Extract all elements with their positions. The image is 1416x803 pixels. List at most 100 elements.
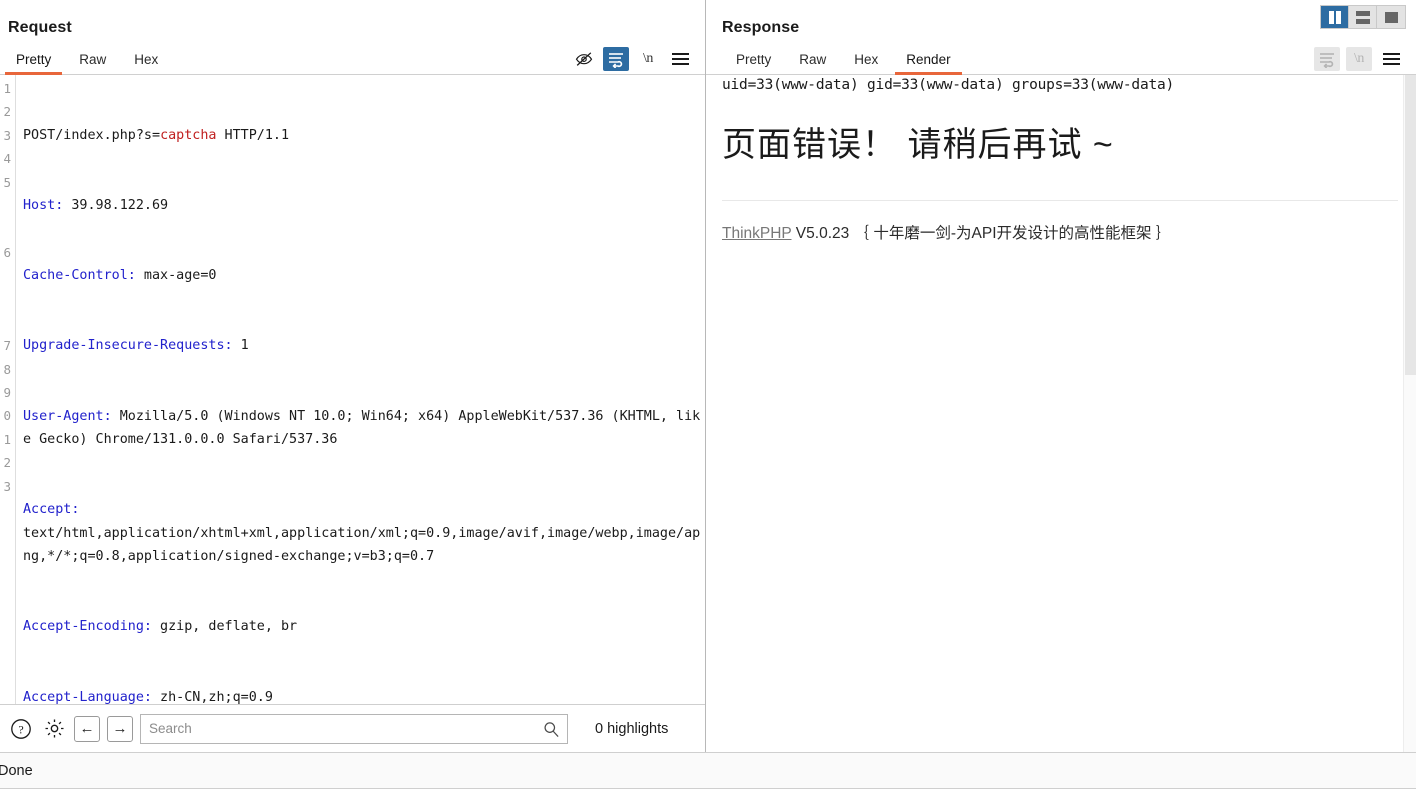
arrow-right-icon: → [112,720,128,737]
error-heading: 页面错误！ 请稍后再试 ~ [722,126,1114,164]
line-number: 5 [3,174,11,190]
show-newlines-label: \n [643,51,653,66]
line-number: 9 [3,385,11,401]
layout-single-pane-button[interactable] [1377,6,1405,28]
status-bar: Done [0,752,1416,789]
request-line-2: Host: 39.98.122.69 [23,194,705,217]
request-tabbar: Pretty Raw Hex \n [0,44,705,75]
tab-request-hex-label: Hex [134,51,159,67]
line-number [0,264,15,287]
header-value: Mozilla/5.0 (Windows NT 10.0; Win64; x64… [23,408,701,448]
tab-request-pretty-label: Pretty [16,51,52,67]
line-number: 1 [3,431,11,447]
request-query-value: captcha [160,127,217,143]
tab-response-pretty-label: Pretty [736,51,772,67]
tab-response-pretty[interactable]: Pretty [722,44,785,74]
line-number: 7 [3,338,11,354]
status-text: Done [0,762,33,779]
header-value: text/html,application/xhtml+xml,applicat… [23,525,701,565]
request-line-7: Accept-Encoding: gzip, deflate, br [23,615,705,638]
eye-slash-icon[interactable] [571,47,597,71]
thinkphp-link[interactable]: ThinkPHP [722,225,792,242]
response-tabbar: Pretty Raw Hex Render \n [706,44,1416,75]
word-wrap-glyph [609,53,623,68]
tab-response-raw[interactable]: Raw [785,44,840,74]
line-number: 0 [3,408,11,424]
request-line-4: Upgrade-Insecure-Requests: 1 [23,334,705,357]
header-name: Cache-Control: [23,268,136,284]
layout-vertical-split-button[interactable] [1321,6,1349,28]
line-number: 1 [3,81,11,96]
window-footer-padding [0,789,1416,803]
request-line-1: POST/index.php?s=captcha HTTP/1.1 [23,124,705,147]
header-name: User-Agent: [23,408,112,424]
request-response-split: Request Pretty Raw Hex \n 1 2 3 4 5 6 7 … [0,0,1416,752]
tab-response-hex[interactable]: Hex [840,44,892,74]
scrollbar-thumb[interactable] [1405,75,1416,375]
response-show-newlines-icon[interactable]: \n [1346,47,1372,71]
tab-response-raw-label: Raw [799,51,827,67]
eye-slash-glyph [575,52,593,66]
request-method: POST [23,127,56,143]
response-render-area: uid=33(www-data) gid=33(www-data) groups… [706,75,1416,752]
single-pane-icon [1384,11,1398,23]
tab-response-render-label: Render [906,51,951,67]
line-number [0,288,15,311]
search-icon[interactable] [543,721,560,738]
tab-response-hex-label: Hex [854,51,879,67]
response-vertical-scrollbar[interactable] [1403,75,1416,752]
response-menu-icon[interactable] [1378,47,1404,71]
search-field-wrapper[interactable] [140,713,568,744]
tab-request-raw[interactable]: Raw [65,44,120,74]
help-icon[interactable]: ? [8,716,34,742]
request-panel-title: Request [8,19,72,36]
request-find-bar: ? ← → Search 0 highlights [0,704,705,752]
request-line-numbers: 1 2 3 4 5 6 7 8 9 0 1 2 3 [0,75,16,704]
settings-gear-icon[interactable] [41,716,67,742]
arrow-left-icon: ← [79,720,95,737]
line-number: 2 [3,455,11,471]
search-input[interactable] [141,721,567,736]
layout-horizontal-split-button[interactable] [1349,6,1377,28]
show-newlines-icon[interactable]: \n [635,47,661,71]
request-pane: Request Pretty Raw Hex \n 1 2 3 4 5 6 7 … [0,0,706,752]
header-value: max-age=0 [135,268,217,284]
vertical-split-icon [1328,10,1341,24]
line-number [0,217,15,240]
header-name: Accept: [23,502,80,518]
response-word-wrap-icon[interactable] [1314,47,1340,71]
highlight-count-label: 0 highlights [595,720,669,737]
line-number: 8 [3,361,11,377]
line-number: 3 [3,127,11,143]
header-name: Accept-Encoding: [23,619,152,635]
tab-request-pretty[interactable]: Pretty [2,44,65,75]
response-show-newlines-label: \n [1354,51,1364,66]
tab-request-raw-label: Raw [79,51,107,67]
find-previous-button[interactable]: ← [74,715,100,742]
header-value: 1 [232,338,249,354]
framework-footer: ThinkPHP V5.0.23 ｛ 十年磨一剑-为API开发设计的高性能框架 … [722,221,1398,243]
header-name: Accept-Language: [23,689,152,704]
line-number: 6 [3,244,11,260]
header-value: zh-CN,zh;q=0.9 [152,689,273,704]
gear-glyph [44,719,64,738]
line-number: 2 [3,104,11,120]
response-tab-actions: \n [1314,44,1416,74]
layout-toggle-group [1320,5,1406,29]
tab-request-hex[interactable]: Hex [120,44,172,74]
response-pane: Response Pretty Raw Hex Render \n uid=33… [706,0,1416,752]
word-wrap-toggle-icon[interactable] [603,47,629,71]
request-line-3: Cache-Control: max-age=0 [23,264,705,287]
line-number [0,194,15,217]
line-number: 4 [3,151,11,167]
request-menu-icon[interactable] [667,47,693,71]
request-code[interactable]: POST/index.php?s=captcha HTTP/1.1 Host: … [16,75,705,704]
command-output-text: uid=33(www-data) gid=33(www-data) groups… [722,77,1175,93]
divider [722,200,1398,201]
burp-repeater-window: Request Pretty Raw Hex \n 1 2 3 4 5 6 7 … [0,0,1416,803]
tab-response-render[interactable]: Render [892,44,964,75]
help-glyph: ? [11,718,31,739]
request-editor[interactable]: 1 2 3 4 5 6 7 8 9 0 1 2 3 POST/index.php… [0,75,705,704]
word-wrap-glyph [1320,53,1334,68]
find-next-button[interactable]: → [107,715,133,742]
